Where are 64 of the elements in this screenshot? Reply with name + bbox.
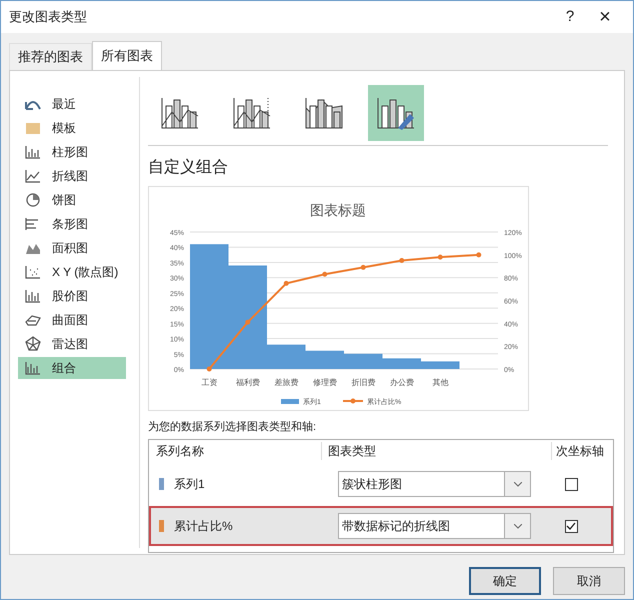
combo-chart-icon bbox=[232, 96, 272, 130]
data-point bbox=[206, 366, 212, 371]
tab[interactable]: 所有图表 bbox=[92, 41, 162, 70]
data-point bbox=[399, 258, 404, 263]
data-point bbox=[245, 319, 250, 324]
checkbox[interactable] bbox=[564, 478, 578, 490]
window-title: 更改图表类型 bbox=[9, 8, 88, 26]
series-row[interactable]: 系列1 簇状柱形图 bbox=[149, 464, 613, 504]
series-row[interactable]: 累计占比% 带数据标记的折线图 bbox=[149, 506, 613, 546]
sidebar-item[interactable]: 股价图 bbox=[18, 284, 126, 306]
sidebar-item[interactable]: 曲面图 bbox=[18, 308, 126, 330]
pie-chart-icon bbox=[24, 192, 42, 208]
series-name: 系列1 bbox=[174, 476, 206, 493]
sidebar-item[interactable]: 模板 bbox=[18, 116, 126, 138]
category-label: 办公费 bbox=[390, 378, 414, 386]
radar-chart-icon bbox=[24, 336, 42, 352]
category-label: 其他 bbox=[432, 378, 448, 386]
tab[interactable]: 推荐的图表 bbox=[9, 43, 92, 70]
sidebar-item[interactable]: 饼图 bbox=[18, 188, 126, 210]
scatter-chart-icon bbox=[24, 264, 42, 280]
section-title: 自定义组合 bbox=[148, 158, 229, 178]
chart-title: 图表标题 bbox=[310, 202, 366, 218]
prompt-text: 为您的数据系列选择图表类型和轴: bbox=[148, 420, 318, 434]
category-label: 差旅费 bbox=[274, 378, 298, 386]
stock-chart-icon bbox=[24, 288, 42, 304]
sidebar-item[interactable]: 条形图 bbox=[18, 212, 126, 234]
sidebar-item[interactable]: 雷达图 bbox=[18, 332, 126, 354]
combo-chart-icon bbox=[376, 96, 416, 130]
column-header: 次坐标轴 bbox=[551, 442, 613, 460]
category-label: 折旧费 bbox=[351, 378, 376, 386]
category-label: 福利费 bbox=[236, 378, 260, 386]
sidebar-item[interactable]: 最近 bbox=[18, 92, 126, 114]
data-point bbox=[476, 252, 482, 257]
sidebar-item[interactable]: X Y (散点图) bbox=[18, 260, 126, 282]
chevron-icon bbox=[504, 514, 530, 538]
column-header: 系列名称 bbox=[155, 443, 205, 460]
sidebar-item[interactable]: 组合 bbox=[18, 356, 126, 378]
checkbox[interactable] bbox=[564, 520, 578, 532]
sidebar-item[interactable]: 柱形图 bbox=[18, 140, 126, 162]
dialog-button[interactable]: 取消 bbox=[553, 566, 625, 594]
dialog-button[interactable]: 确定 bbox=[469, 566, 541, 594]
sidebar-item[interactable]: 折线图 bbox=[18, 164, 126, 186]
series-name: 累计占比% bbox=[174, 518, 234, 535]
help-button[interactable]: ? bbox=[555, 6, 585, 28]
data-point bbox=[284, 280, 289, 286]
combo-chart-icon bbox=[304, 96, 344, 130]
data-point bbox=[438, 254, 443, 260]
legend-line-icon bbox=[343, 398, 363, 403]
chart-type-dropdown[interactable]: 簇状柱形图 bbox=[338, 471, 531, 497]
sidebar-item[interactable]: 面积图 bbox=[18, 236, 126, 258]
line-chart-icon bbox=[24, 168, 42, 184]
data-point bbox=[322, 271, 328, 276]
column-chart-icon bbox=[24, 144, 42, 160]
legend-swatch bbox=[281, 398, 299, 404]
category-label: 修理费 bbox=[312, 378, 337, 386]
chart-subtype-button[interactable] bbox=[368, 84, 424, 140]
close-button[interactable]: × bbox=[585, 2, 625, 32]
chart-type-dropdown[interactable]: 带数据标记的折线图 bbox=[338, 513, 531, 539]
combo-chart-icon bbox=[160, 96, 200, 130]
chevron-icon bbox=[504, 472, 530, 496]
column-header: 图表类型 bbox=[321, 442, 551, 460]
data-point bbox=[360, 264, 366, 270]
category-label: 工资 bbox=[201, 378, 218, 386]
combo-chart-icon bbox=[24, 360, 42, 376]
